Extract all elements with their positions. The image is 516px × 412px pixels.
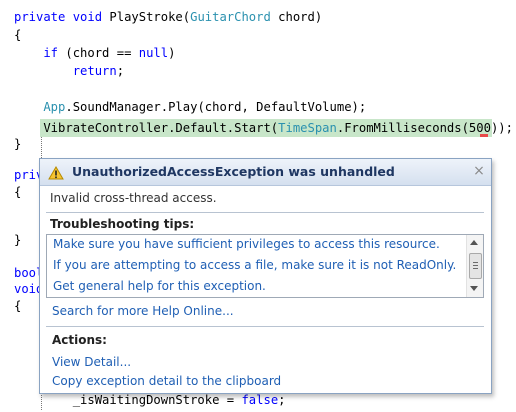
tips-scrollbar[interactable] [466, 235, 483, 297]
code-token: .FromMilliseconds(500)); [336, 121, 513, 135]
scroll-up-icon[interactable] [470, 240, 478, 245]
code-line: App.SoundManager.Play(chord, DefaultVolu… [14, 98, 366, 116]
code-line: { [14, 183, 21, 201]
close-icon[interactable]: × [472, 163, 486, 179]
copy-exception-link[interactable]: Copy exception detail to the clipboard [52, 374, 281, 388]
code-token: .SoundManager.Play(chord, DefaultVolume)… [65, 100, 367, 114]
code-token: ) [168, 46, 176, 60]
code-line: { [14, 297, 21, 315]
code-token: VibrateController.Default.Start( [14, 121, 279, 135]
code-token: private void [14, 10, 110, 24]
code-token: GuitarChord [190, 10, 271, 24]
code-token: ; [278, 393, 286, 407]
exception-header: UnauthorizedAccessException was unhandle… [40, 159, 491, 186]
code-token: _isWaitingDownStroke = [14, 393, 242, 407]
warning-icon [48, 165, 64, 180]
code-token: return [14, 64, 117, 78]
tip-link[interactable]: If you are attempting to access a file, … [53, 256, 456, 274]
exception-assistant: UnauthorizedAccessException was unhandle… [39, 158, 492, 394]
code-token: } [14, 137, 22, 151]
code-token: ; [116, 64, 125, 78]
code-token: { [14, 28, 22, 42]
code-token: PlayStroke( [109, 10, 191, 24]
code-line: private void PlayStroke(GuitarChord chor… [14, 8, 322, 26]
tip-link[interactable]: Get general help for this exception. [53, 277, 266, 295]
code-line: if (chord == null) [14, 44, 175, 62]
search-help-link[interactable]: Search for more Help Online... [52, 304, 234, 318]
code-token: null [138, 46, 169, 60]
tips-heading: Troubleshooting tips: [50, 217, 195, 231]
exception-message: Invalid cross-thread access. [50, 191, 217, 205]
code-token: } [14, 233, 22, 247]
code-token: { [14, 299, 22, 313]
grip-line [473, 268, 478, 269]
assistant-connector [41, 137, 42, 160]
divider [46, 212, 484, 213]
code-token: { [14, 185, 22, 199]
tip-link[interactable]: Make sure you have sufficient privileges… [53, 235, 440, 253]
grip-line [473, 262, 478, 263]
code-line: { [14, 26, 21, 44]
scroll-thumb[interactable] [469, 253, 482, 279]
scroll-down-icon[interactable] [470, 286, 478, 291]
exception-title: UnauthorizedAccessException was unhandle… [72, 164, 395, 179]
code-line: } [14, 135, 21, 153]
tips-list: Make sure you have sufficient privileges… [46, 234, 484, 298]
view-detail-link[interactable]: View Detail... [52, 355, 131, 369]
code-token: false [241, 393, 279, 407]
code-token: TimeSpan [278, 121, 337, 135]
actions-heading: Actions: [52, 333, 107, 347]
code-line: } [14, 231, 21, 249]
code-line: return; [14, 62, 124, 80]
divider [46, 326, 484, 327]
code-token: (chord == [65, 46, 139, 60]
code-token: chord) [270, 10, 323, 24]
grip-line [473, 265, 478, 266]
code-line: VibrateController.Default.Start(TimeSpan… [14, 119, 513, 137]
code-token: if [14, 46, 66, 60]
code-token: App [14, 100, 66, 114]
